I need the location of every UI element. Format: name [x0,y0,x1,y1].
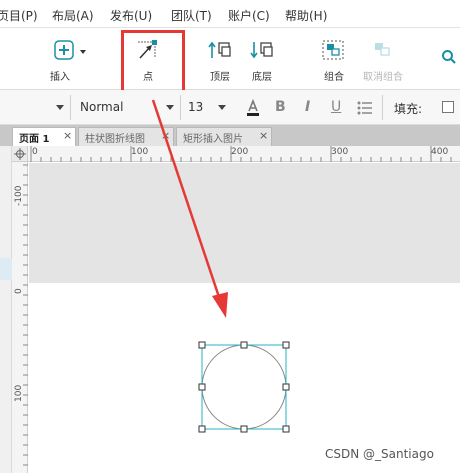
resize-handle [198,425,206,433]
resize-handle [240,341,248,349]
resize-handle [282,425,290,433]
ellipse-shape[interactable] [201,344,287,430]
annotation-arrow-head [212,292,228,318]
canvas-overlay [151,99,290,433]
watermark: CSDN @_Santiago [325,447,434,461]
resize-handle [198,341,206,349]
app-window: 页目(P) 布局(A) 发布(U) 团队(T) 账户(C) 帮助(H) 插入 点 [0,0,460,473]
resize-handle [240,425,248,433]
resize-handle [282,341,290,349]
annotation-arrow-line [151,99,222,301]
resize-handle [282,383,290,391]
resize-handle [198,383,206,391]
